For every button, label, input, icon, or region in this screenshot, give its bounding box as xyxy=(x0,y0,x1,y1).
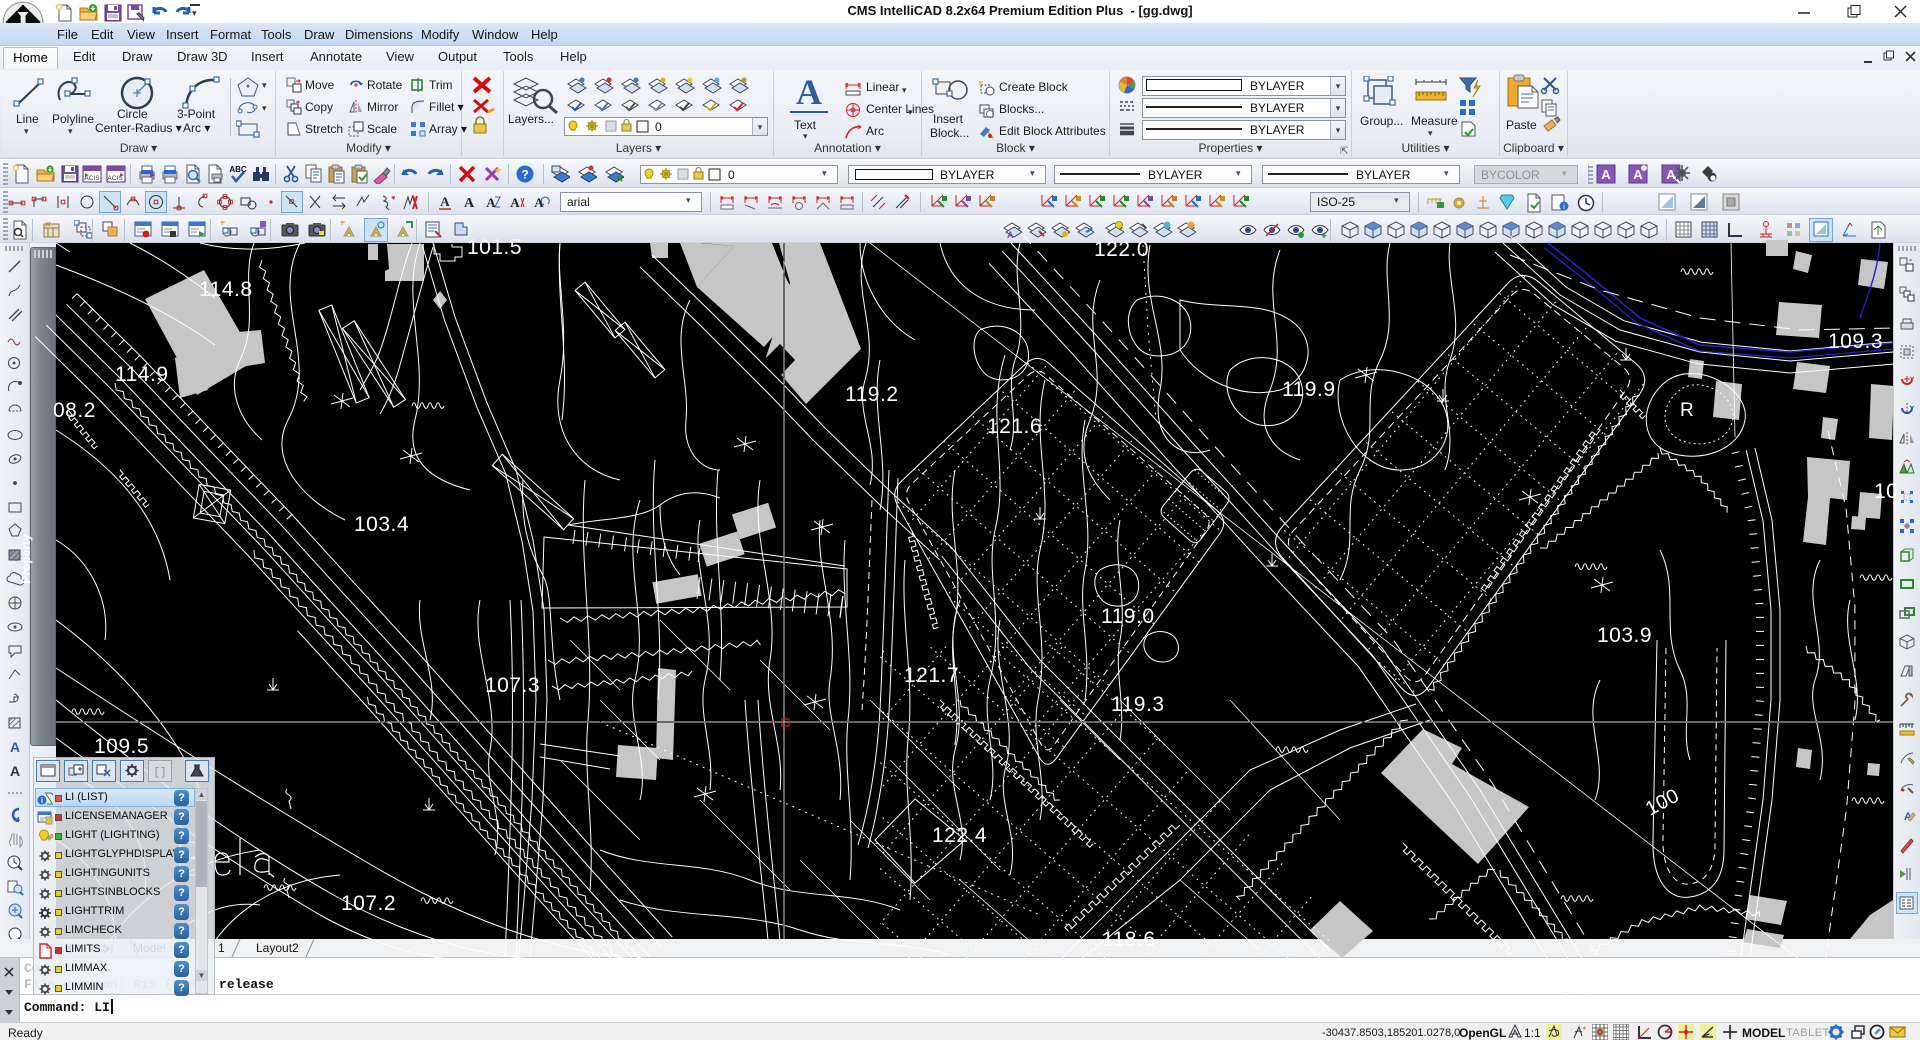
svg-text:i: i xyxy=(41,796,43,805)
svg-text:119.0: 119.0 xyxy=(1101,605,1155,628)
svg-text:114.9: 114.9 xyxy=(115,363,169,386)
svg-text:119.2: 119.2 xyxy=(845,383,899,406)
svg-text:[]: [] xyxy=(153,767,166,779)
svg-text:R: R xyxy=(1680,400,1694,421)
svg-text:119.9: 119.9 xyxy=(1282,378,1336,401)
svg-text:114.8: 114.8 xyxy=(199,278,253,301)
svg-text:121.7: 121.7 xyxy=(904,664,959,687)
svg-text:122.4: 122.4 xyxy=(932,824,987,847)
svg-text:109.3: 109.3 xyxy=(1828,330,1883,353)
svg-text:119.3: 119.3 xyxy=(1111,693,1165,716)
svg-text:121.6: 121.6 xyxy=(987,415,1042,438)
svg-text:10: 10 xyxy=(1874,480,1898,503)
svg-text:103.9: 103.9 xyxy=(1597,624,1652,647)
svg-text:118.6: 118.6 xyxy=(1102,928,1156,951)
svg-text:103.4: 103.4 xyxy=(354,513,409,536)
svg-text:109.5: 109.5 xyxy=(94,735,149,758)
svg-text:08.2: 08.2 xyxy=(53,399,96,422)
svg-text:101.5: 101.5 xyxy=(467,236,522,259)
svg-text:122.0: 122.0 xyxy=(1094,238,1149,261)
svg-text:107.2: 107.2 xyxy=(341,892,396,915)
